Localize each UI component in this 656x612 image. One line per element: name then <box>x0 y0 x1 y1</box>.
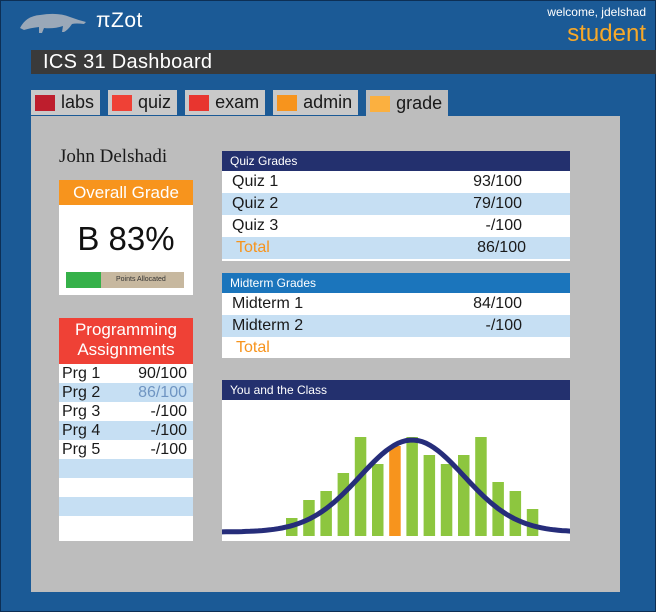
title-bar: ICS 31 Dashboard <box>31 50 656 74</box>
user-role: student <box>567 20 646 47</box>
quiz-row[interactable]: Quiz 1 93/100 <box>222 171 570 193</box>
quiz-grades-card: Quiz Grades Quiz 1 93/100 Quiz 2 79/100 … <box>222 151 570 261</box>
assignment-score: 90/100 <box>138 365 187 382</box>
assignment-row[interactable]: Prg 2 86/100 <box>59 383 193 402</box>
assignment-score: -/100 <box>150 403 187 420</box>
quiz-grades-title: Quiz Grades <box>222 151 570 171</box>
tab-label: quiz <box>138 92 172 112</box>
logo[interactable]: πZot <box>18 8 143 34</box>
class-bar <box>423 455 436 536</box>
anteater-icon <box>20 13 86 33</box>
assignment-score: -/100 <box>150 441 187 458</box>
tab-label: exam <box>215 92 260 112</box>
grade-swatch-icon <box>370 95 391 112</box>
midterm-name: Midterm 2 <box>232 317 304 334</box>
midterm-grades-card: Midterm Grades Midterm 1 84/100 Midterm … <box>222 273 570 358</box>
nav-tabs: labs quiz exam admin grade <box>31 90 456 117</box>
assignment-score: -/100 <box>150 422 187 439</box>
brand-name: πZot <box>96 9 143 32</box>
admin-swatch-icon <box>277 94 298 111</box>
class-bar <box>406 437 418 536</box>
tab-quiz[interactable]: quiz <box>108 90 178 115</box>
tab-labs[interactable]: labs <box>31 90 101 115</box>
overall-grade-card: Overall Grade B 83% Points Allocated <box>59 180 193 295</box>
assignment-row[interactable]: Prg 4 -/100 <box>59 421 193 440</box>
exam-swatch-icon <box>189 94 210 111</box>
quiz-score: -/100 <box>485 217 522 234</box>
quiz-score: 93/100 <box>473 173 522 190</box>
quiz-row[interactable]: Quiz 3 -/100 <box>222 215 570 237</box>
assignment-score: 86/100 <box>138 384 187 401</box>
assignment-name: Prg 4 <box>62 422 101 439</box>
class-bar <box>354 437 367 536</box>
programming-title-line1: Programming <box>74 320 178 339</box>
quiz-name: Quiz 2 <box>232 195 279 212</box>
assignment-name: Prg 5 <box>62 441 101 458</box>
midterm-total-label: Total <box>236 339 270 356</box>
midterm-total-row: Total <box>222 337 570 359</box>
tab-admin[interactable]: admin <box>273 90 359 115</box>
student-name: John Delshadi <box>59 146 168 167</box>
quiz-row[interactable]: Quiz 2 79/100 <box>222 193 570 215</box>
page-title: ICS 31 Dashboard <box>43 51 213 73</box>
empty-row <box>59 459 193 478</box>
empty-row <box>59 478 193 497</box>
programming-assignments-card: Programming Assignments Prg 1 90/100 Prg… <box>59 318 193 541</box>
programming-assignments-title: Programming Assignments <box>59 318 193 364</box>
empty-row <box>59 497 193 516</box>
points-allocated-meter: Points Allocated <box>66 272 184 288</box>
quiz-name: Quiz 3 <box>232 217 279 234</box>
overall-grade-value: B 83% <box>77 220 175 257</box>
class-bar <box>372 464 384 536</box>
quiz-score: 79/100 <box>473 195 522 212</box>
points-allocated-label: Points Allocated <box>116 276 166 283</box>
programming-title-line2: Assignments <box>77 340 175 359</box>
midterm-row[interactable]: Midterm 2 -/100 <box>222 315 570 337</box>
labs-swatch-icon <box>35 94 55 111</box>
welcome-text: welcome, jdelshad <box>547 5 646 19</box>
assignment-name: Prg 3 <box>62 403 101 420</box>
tab-exam[interactable]: exam <box>185 90 266 115</box>
class-bar <box>458 455 470 536</box>
assignment-row[interactable]: Prg 1 90/100 <box>59 364 193 383</box>
points-allocated-fill <box>66 272 102 288</box>
midterm-score: 84/100 <box>473 295 522 312</box>
assignment-name: Prg 2 <box>62 384 101 401</box>
midterm-name: Midterm 1 <box>232 295 304 312</box>
class-distribution-chart <box>222 437 570 536</box>
tab-label: labs <box>61 92 95 112</box>
class-bar <box>337 473 350 536</box>
your-score-bar <box>389 446 401 536</box>
midterm-grades-title: Midterm Grades <box>222 273 570 293</box>
quiz-total-row: Total 86/100 <box>222 237 570 259</box>
quiz-name: Quiz 1 <box>232 173 279 190</box>
tab-label: grade <box>396 93 443 113</box>
midterm-row[interactable]: Midterm 1 84/100 <box>222 293 570 315</box>
quiz-total-label: Total <box>236 239 270 256</box>
tab-label: admin <box>303 92 353 112</box>
tab-grade[interactable]: grade <box>366 90 449 117</box>
class-comparison-card: You and the Class <box>222 380 570 541</box>
overall-grade-title: Overall Grade <box>59 180 193 205</box>
quiz-swatch-icon <box>112 94 133 111</box>
assignment-name: Prg 1 <box>62 365 101 382</box>
quiz-total-score: 86/100 <box>477 239 526 256</box>
midterm-score: -/100 <box>485 317 522 334</box>
assignment-row[interactable]: Prg 3 -/100 <box>59 402 193 421</box>
class-chart-title: You and the Class <box>222 380 570 400</box>
class-bar <box>509 491 522 536</box>
assignment-row[interactable]: Prg 5 -/100 <box>59 440 193 459</box>
class-bar <box>440 464 453 536</box>
empty-row <box>59 516 193 535</box>
